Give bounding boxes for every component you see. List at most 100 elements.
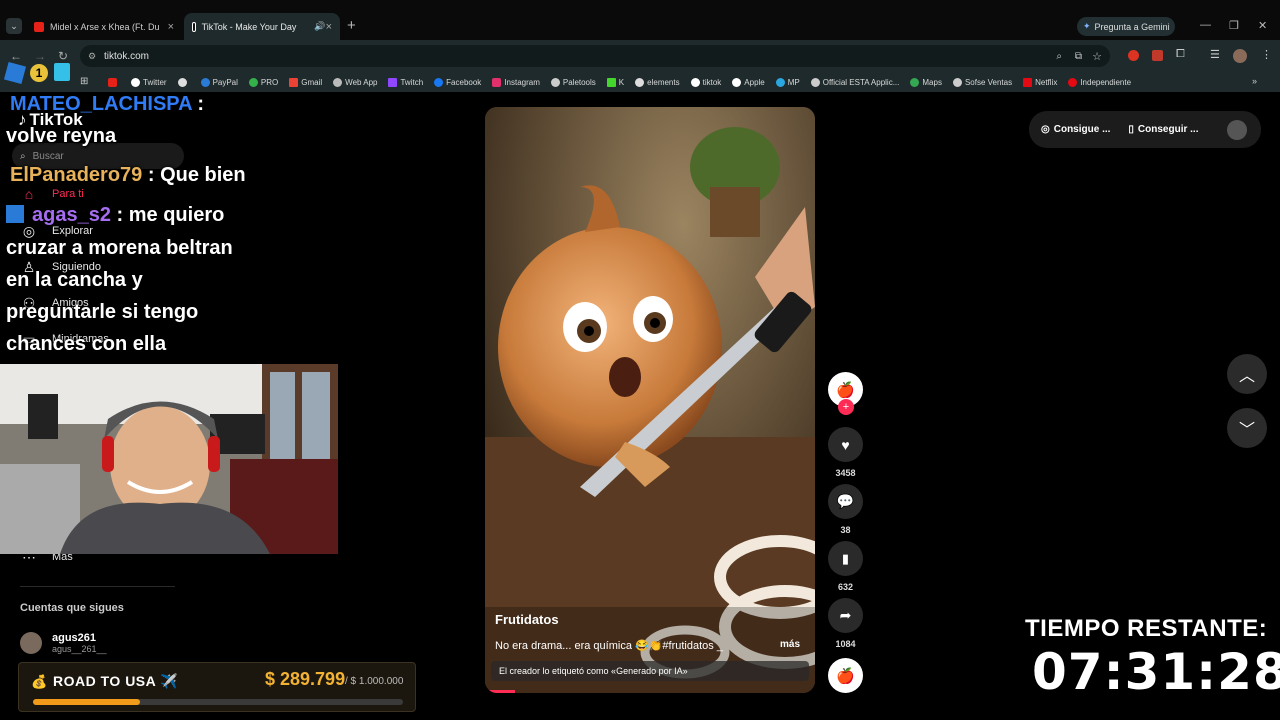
profile-avatar[interactable] [1233, 49, 1247, 63]
comment-button[interactable]: 💬 38 [828, 484, 863, 535]
address-bar[interactable]: ⚙ tiktok.com ⌕ ⧉ ☆ [80, 45, 1110, 67]
tab-youtube[interactable]: Midel x Arse x Khea (Ft. Duki x M × [26, 13, 182, 40]
chat-message-line: volve reyna [6, 125, 117, 147]
bookmark-item[interactable]: elements [635, 77, 680, 87]
apple-icon [732, 77, 742, 87]
get-coins-button[interactable]: Consigue ... [1054, 124, 1111, 135]
bookmark-item[interactable]: K [606, 77, 625, 87]
creator-avatar[interactable]: 🍎 + [828, 372, 863, 415]
bookmark-label: PRO [260, 77, 279, 87]
previous-video-button[interactable]: ︿ [1227, 354, 1267, 394]
bookmark-item[interactable]: Paletools [550, 77, 596, 87]
bookmark-item[interactable]: Instagram [492, 77, 540, 87]
kick-icon [606, 77, 616, 87]
gmail-icon [289, 77, 299, 87]
tiktok-icon [690, 77, 700, 87]
site-info-icon[interactable]: ⚙ [88, 51, 96, 62]
bookmark-item[interactable] [177, 77, 190, 87]
caption-more-link[interactable]: más [780, 639, 800, 650]
menu-icon[interactable]: ⋮ [1261, 48, 1272, 61]
bookmark-youtube[interactable] [108, 77, 120, 87]
goal-progress-track [33, 699, 403, 705]
bookmark-item[interactable]: Gmail [289, 77, 322, 87]
install-icon[interactable]: ⧉ [1075, 51, 1082, 62]
get-app-button[interactable]: Conseguir ... [1138, 124, 1199, 135]
bookmark-label: Twitch [400, 77, 424, 87]
video-caption: No era drama... era química 😂👏#frutidato… [495, 640, 723, 652]
esta-icon [810, 77, 820, 87]
new-tab-button[interactable]: + [347, 17, 356, 34]
close-tab-icon[interactable]: × [168, 21, 174, 33]
forward-icon[interactable]: → [34, 49, 46, 63]
tab-search-button[interactable]: ⌄ [6, 18, 22, 34]
following-title: Cuentas que sigues [20, 602, 124, 614]
back-icon[interactable]: ← [10, 49, 22, 63]
video-player[interactable]: Frutidatos No era drama... era química 😂… [485, 107, 815, 693]
zoom-icon[interactable]: ⌕ [1056, 51, 1062, 62]
bookmark-item[interactable]: Independiente [1068, 77, 1132, 87]
bookmark-label: PayPal [212, 77, 238, 87]
chat-message: MATEO_LACHISPA : [6, 92, 204, 120]
comment-icon: 💬 [828, 484, 863, 519]
following-account[interactable]: agus261 agus__261__ [20, 632, 107, 654]
close-window-icon[interactable]: ✕ [1258, 19, 1267, 32]
like-button[interactable]: ♥ 3458 [828, 427, 863, 478]
tab-title: Midel x Arse x Khea (Ft. Duki x M [50, 21, 160, 32]
video-author[interactable]: Frutidatos [495, 612, 559, 627]
bookmark-item[interactable]: Twitter [131, 77, 167, 87]
share-icon: ➦ [828, 598, 863, 633]
bookmark-item[interactable]: tiktok [690, 77, 721, 87]
bookmarks-bar: ⊞ Twitter PayPal PRO Gmail Web App Twitc… [0, 72, 1280, 92]
minimize-icon[interactable]: — [1200, 19, 1211, 31]
timer-title: TIEMPO RESTANTE: [1025, 615, 1268, 642]
gemini-icon: ✦ [1083, 21, 1091, 31]
goal-label: ROAD TO USA ✈️ [53, 673, 179, 689]
coins-icon: ◎ [1041, 124, 1050, 135]
bookmark-item[interactable]: PayPal [200, 77, 238, 87]
paletools-icon [550, 77, 560, 87]
bookmark-star-icon[interactable]: ☆ [1092, 50, 1102, 63]
bookmark-item[interactable]: Web App [333, 77, 377, 87]
bookmark-item[interactable]: Facebook [434, 77, 481, 87]
save-button[interactable]: ▮ 632 [828, 541, 863, 592]
independiente-icon [1068, 77, 1078, 87]
next-video-button[interactable]: ﹀ [1227, 408, 1267, 448]
follow-plus-icon[interactable]: + [838, 399, 854, 415]
chat-message-line: preguntarle si tengo [6, 301, 199, 323]
webcam-feed [0, 364, 338, 554]
bookmark-item[interactable]: PRO [248, 77, 279, 87]
tab-title: TikTok - Make Your Day [201, 21, 297, 32]
chat-message-line: en la cancha y [6, 269, 143, 291]
video-progress-bar[interactable] [485, 690, 515, 693]
bookmark-item[interactable]: Twitch [388, 77, 424, 87]
chat-message: ElPanadero79 : Que bien [6, 159, 246, 191]
twitch-icon [388, 77, 398, 87]
bookmark-item[interactable]: Apple [732, 77, 765, 87]
extension-icon[interactable] [1128, 50, 1139, 61]
reload-icon[interactable]: ↻ [58, 49, 68, 63]
profile-avatar[interactable] [1227, 120, 1247, 140]
bookmark-item[interactable]: Netflix [1023, 77, 1057, 87]
close-tab-icon[interactable]: × [326, 21, 332, 33]
bookmark-label: K [618, 77, 625, 87]
bookmark-item[interactable]: Maps [910, 77, 942, 87]
goal-target: / $ 1.000.000 [345, 676, 404, 687]
music-disc[interactable]: 🍎 [828, 658, 863, 693]
audio-icon[interactable]: 🔊 [314, 21, 325, 32]
bookmark-item[interactable]: Sofse Ventas [952, 77, 1012, 87]
extensions-puzzle-icon[interactable]: ⧠ [1176, 48, 1185, 61]
more-bookmarks-icon[interactable]: » [1252, 76, 1257, 86]
extension-icon[interactable] [1152, 50, 1163, 61]
pro-icon [248, 77, 258, 87]
tab-tiktok[interactable]: TikTok - Make Your Day 🔊 × [184, 13, 340, 40]
apps-icon[interactable]: ⊞ [80, 76, 88, 87]
bookmark-item[interactable]: Official ESTA Applic... [810, 77, 899, 87]
reading-list-icon[interactable]: ☰ [1210, 48, 1220, 61]
gemini-button[interactable]: ✦ Pregunta a Gemini [1077, 17, 1175, 36]
restore-icon[interactable]: ❐ [1229, 19, 1239, 32]
bookmark-label: Independiente [1080, 77, 1132, 87]
bookmark-label: elements [647, 77, 680, 87]
bookmark-item[interactable]: MP [775, 77, 800, 87]
maps-icon [910, 77, 920, 87]
share-button[interactable]: ➦ 1084 [828, 598, 863, 649]
